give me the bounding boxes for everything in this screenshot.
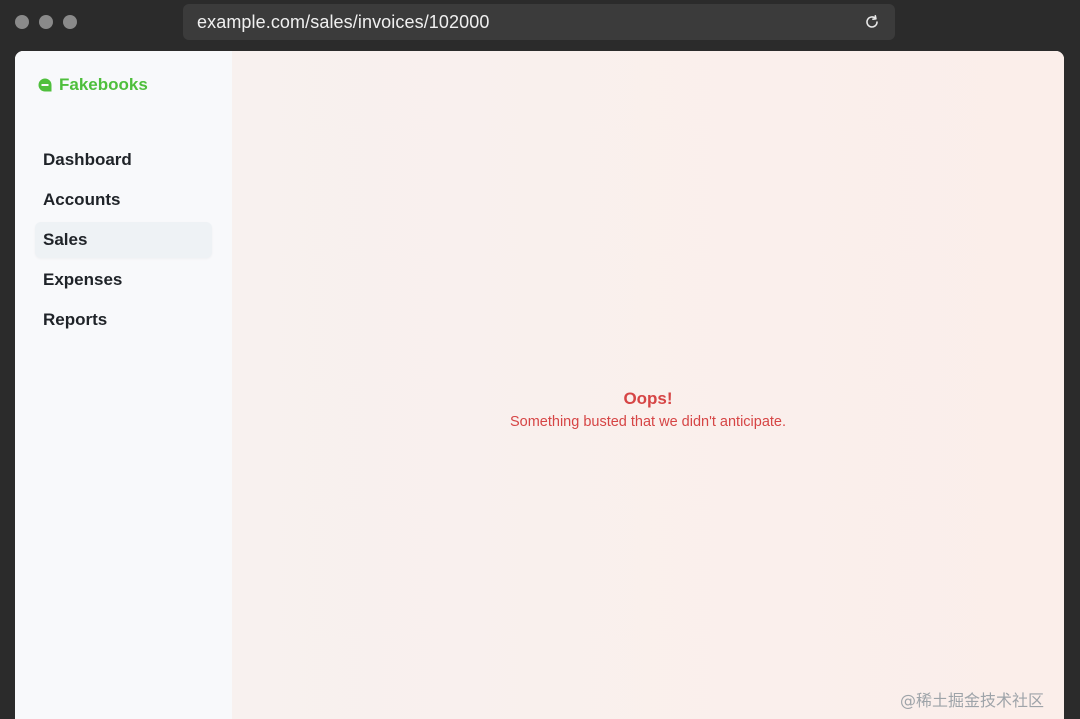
fakebooks-logo-icon bbox=[38, 78, 52, 92]
sidebar-nav: Dashboard Accounts Sales Expenses Report… bbox=[35, 142, 212, 338]
maximize-window-button[interactable] bbox=[63, 15, 77, 29]
sidebar-item-label: Reports bbox=[43, 310, 108, 329]
minimize-window-button[interactable] bbox=[39, 15, 53, 29]
sidebar-item-label: Sales bbox=[43, 230, 88, 249]
close-window-button[interactable] bbox=[15, 15, 29, 29]
main-content: Oops! Something busted that we didn't an… bbox=[232, 51, 1064, 719]
brand[interactable]: Fakebooks bbox=[37, 75, 212, 95]
error-boundary: Oops! Something busted that we didn't an… bbox=[232, 388, 1064, 432]
address-bar-url: example.com/sales/invoices/102000 bbox=[197, 11, 490, 32]
sidebar-item-label: Accounts bbox=[43, 190, 121, 209]
reload-icon-svg bbox=[866, 15, 878, 28]
error-title: Oops! bbox=[623, 389, 673, 408]
sidebar-item-sales[interactable]: Sales bbox=[35, 222, 212, 258]
watermark: @稀土掘金技术社区 bbox=[899, 691, 1044, 710]
error-message: Something busted that we didn't anticipa… bbox=[509, 414, 787, 430]
sidebar-item-label: Expenses bbox=[43, 270, 123, 289]
app-viewport: Fakebooks Dashboard Accounts Sales Expen… bbox=[15, 51, 1064, 719]
browser-chrome: example.com/sales/invoices/102000 bbox=[0, 0, 1080, 48]
address-bar[interactable]: example.com/sales/invoices/102000 bbox=[183, 4, 895, 40]
sidebar: Fakebooks Dashboard Accounts Sales Expen… bbox=[15, 51, 232, 719]
sidebar-item-accounts[interactable]: Accounts bbox=[35, 182, 212, 218]
sidebar-item-expenses[interactable]: Expenses bbox=[35, 262, 212, 298]
brand-name: Fakebooks bbox=[59, 75, 148, 94]
window-controls bbox=[15, 15, 77, 29]
sidebar-item-label: Dashboard bbox=[43, 150, 132, 169]
sidebar-item-reports[interactable]: Reports bbox=[35, 302, 212, 338]
browser-window: example.com/sales/invoices/102000 Fakebo… bbox=[0, 0, 1080, 719]
reload-icon[interactable] bbox=[863, 13, 881, 31]
sidebar-item-dashboard[interactable]: Dashboard bbox=[35, 142, 212, 178]
